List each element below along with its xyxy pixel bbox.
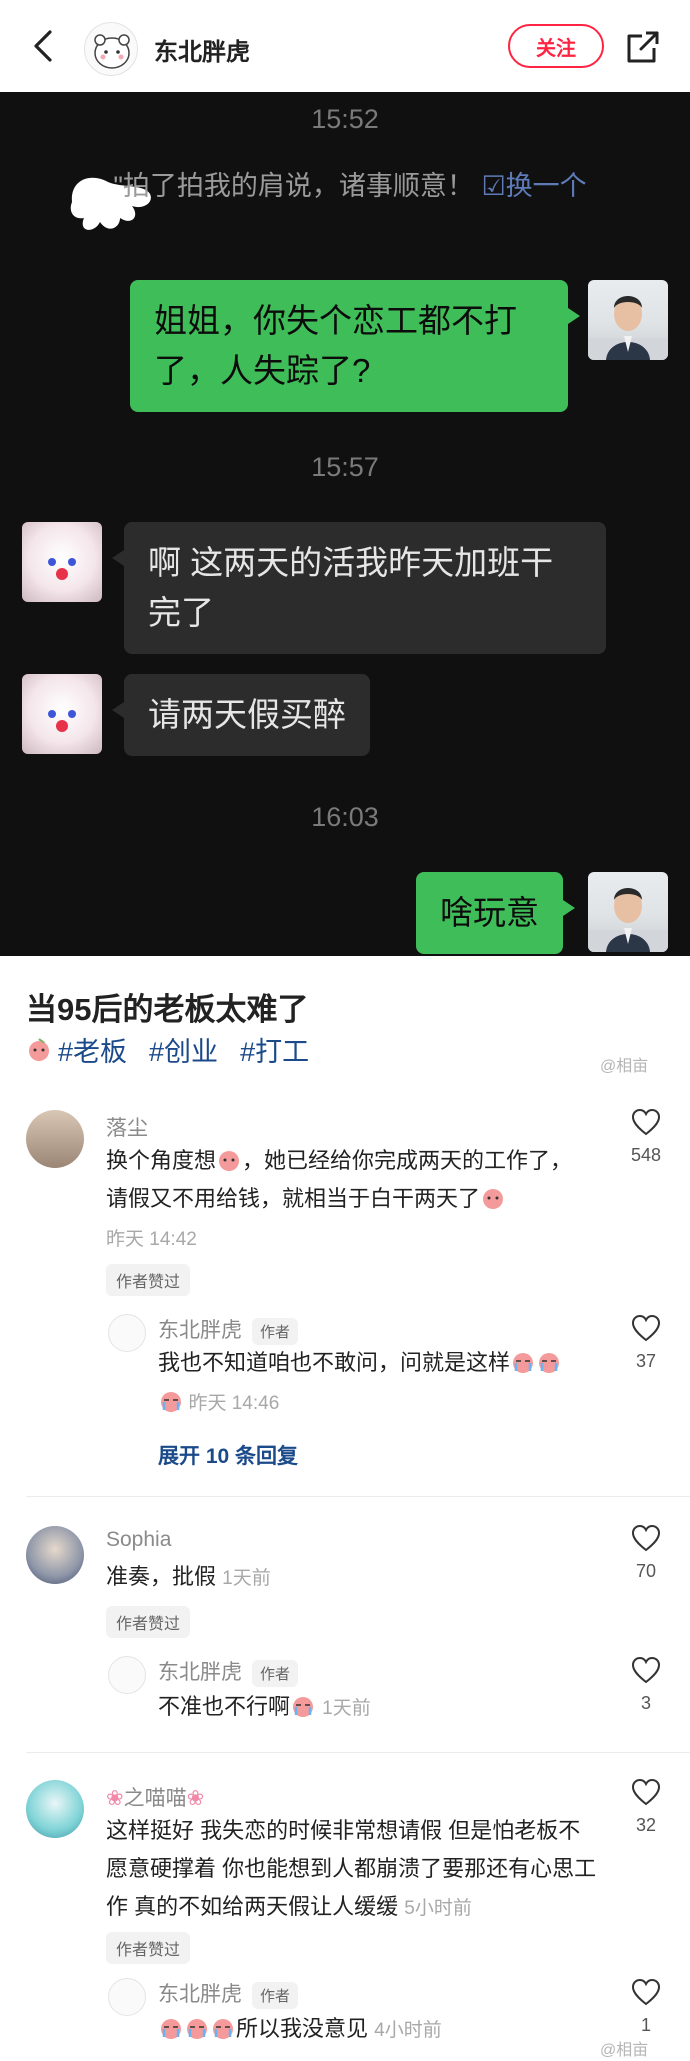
like-count: 3 xyxy=(640,1693,651,1713)
chat-time: 15:52 xyxy=(311,104,379,134)
chat-bubble-me[interactable]: 姐姐，你失个恋工都不打了，人失踪了? xyxy=(130,280,580,412)
like-button[interactable]: 1 xyxy=(616,1978,676,2036)
commenter-name[interactable]: 落尘 xyxy=(106,1112,148,1142)
peach-emoji-icon xyxy=(219,1151,240,1171)
post-title: 当95后的老板太难了 xyxy=(26,992,309,1027)
like-count: 32 xyxy=(635,1815,657,1835)
contact-avatar[interactable] xyxy=(22,674,102,754)
tag-startup[interactable]: #创业 xyxy=(149,1030,218,1069)
comment-text[interactable]: 这样挺好 我失恋的时候非常想请假 但是怕老板不愿意硬撑着 你也能想到人都崩溃了要… xyxy=(106,1812,600,1928)
chat-bubble-them[interactable]: 啊 这两天的活我昨天加班干完了 xyxy=(112,522,606,654)
author-tag: 作者 xyxy=(252,1981,299,2009)
chat-screenshot[interactable]: 15:52 "拍了拍我的肩说，诸事顺意！ ☑换一个 姐姐，你失个恋工都不打了，人… xyxy=(0,92,690,956)
author-tag: 作者 xyxy=(252,1317,299,1345)
watermark: @相亩 xyxy=(600,1058,649,1075)
expand-replies-link[interactable]: 展开 10 条回复 xyxy=(158,1440,298,1470)
flower-icon: ❀ xyxy=(106,1787,124,1810)
author-avatar[interactable] xyxy=(84,22,138,76)
reply-meta: 昨天 14:46 xyxy=(158,1388,279,1415)
peach-emoji-icon xyxy=(29,1037,49,1061)
comment-text[interactable]: 准奏，批假 1天前 xyxy=(106,1558,271,1598)
like-count: 1 xyxy=(640,2015,651,2035)
like-button[interactable]: 3 xyxy=(616,1656,676,1714)
reply-author[interactable]: 东北胖虎 作者 xyxy=(158,1314,299,1345)
chat-time: 15:57 xyxy=(311,452,379,482)
peach-emoji-icon xyxy=(483,1189,504,1209)
author-name[interactable]: 东北胖虎 xyxy=(154,32,250,67)
cry-emoji-icon xyxy=(513,1353,534,1373)
contact-avatar[interactable] xyxy=(22,522,102,602)
author-liked-badge: 作者赞过 xyxy=(106,1932,191,1964)
tag-boss[interactable]: #老板 xyxy=(26,1030,127,1069)
like-button[interactable]: 548 xyxy=(616,1108,676,1166)
like-count: 70 xyxy=(635,1561,657,1581)
heart-icon xyxy=(631,1524,661,1552)
reply-author[interactable]: 东北胖虎 作者 xyxy=(158,1978,299,2009)
divider xyxy=(26,1752,690,1753)
like-count: 548 xyxy=(630,1145,662,1165)
heart-icon xyxy=(631,1978,661,2006)
commenter-name[interactable]: ❀之喵喵❀ xyxy=(106,1782,204,1812)
reply-text[interactable]: 所以我没意见 4小时前 xyxy=(158,2010,442,2050)
follow-button[interactable]: 关注 xyxy=(508,24,604,68)
author-liked-badge: 作者赞过 xyxy=(106,1606,191,1638)
comment-text[interactable]: 换个角度想 ，她已经给你完成两天的工作了，请假又不用给钱，就相当于白干两天了 xyxy=(106,1142,592,1218)
cry-emoji-icon xyxy=(539,1353,560,1373)
cry-emoji-icon xyxy=(187,2019,207,2039)
watermark: @相亩 xyxy=(600,2042,649,2059)
my-avatar[interactable] xyxy=(588,280,668,360)
flower-icon: ❀ xyxy=(186,1787,205,1810)
heart-icon xyxy=(631,1108,661,1136)
commenter-name[interactable]: Sophia xyxy=(106,1528,171,1552)
reply-text[interactable]: 不准也不行啊 1天前 xyxy=(158,1688,371,1728)
like-button[interactable]: 32 xyxy=(616,1778,676,1836)
system-link[interactable]: ☑换一个 xyxy=(481,171,586,201)
reply-author[interactable]: 东北胖虎 作者 xyxy=(158,1656,299,1687)
like-count: 37 xyxy=(635,1351,657,1371)
commenter-avatar[interactable] xyxy=(26,1526,84,1584)
commenter-avatar[interactable] xyxy=(26,1110,84,1168)
reply-time: 昨天 14:46 xyxy=(188,1393,280,1414)
back-arrow-icon[interactable] xyxy=(26,28,62,64)
reply-text[interactable]: 我也不知道咱也不敢问，问就是这样 xyxy=(158,1344,602,1382)
chat-bubble-me[interactable]: 啥玩意 xyxy=(416,872,575,954)
like-button[interactable]: 70 xyxy=(616,1524,676,1582)
reply-avatar[interactable] xyxy=(108,1656,146,1694)
chat-time: 16:03 xyxy=(311,802,379,832)
system-text: "拍了拍我的肩说，诸事顺意！ xyxy=(113,171,474,201)
system-message: "拍了拍我的肩说，诸事顺意！ ☑换一个 xyxy=(60,166,640,206)
author-liked-badge: 作者赞过 xyxy=(106,1264,191,1296)
author-tag: 作者 xyxy=(252,1659,299,1687)
cry-emoji-icon xyxy=(293,1697,314,1717)
reply-avatar[interactable] xyxy=(108,1314,146,1352)
cry-emoji-icon xyxy=(161,2019,181,2039)
reply-avatar[interactable] xyxy=(108,1978,146,2016)
cry-emoji-icon xyxy=(161,1392,181,1412)
comment-time: 昨天 14:42 xyxy=(106,1229,197,1250)
like-button[interactable]: 37 xyxy=(616,1314,676,1372)
top-bar: 东北胖虎 关注 xyxy=(0,0,690,92)
tag-list: #老板 #创业 #打工 xyxy=(26,1030,309,1069)
commenter-avatar[interactable] xyxy=(26,1780,84,1838)
chat-bubble-them[interactable]: 请两天假买醉 xyxy=(112,674,370,756)
cry-emoji-icon xyxy=(213,2019,233,2039)
heart-icon xyxy=(631,1778,661,1806)
tag-work[interactable]: #打工 xyxy=(240,1030,309,1069)
heart-icon xyxy=(631,1656,661,1684)
my-avatar[interactable] xyxy=(588,872,668,952)
divider xyxy=(26,1496,690,1497)
share-icon[interactable] xyxy=(624,28,662,66)
heart-icon xyxy=(631,1314,661,1342)
